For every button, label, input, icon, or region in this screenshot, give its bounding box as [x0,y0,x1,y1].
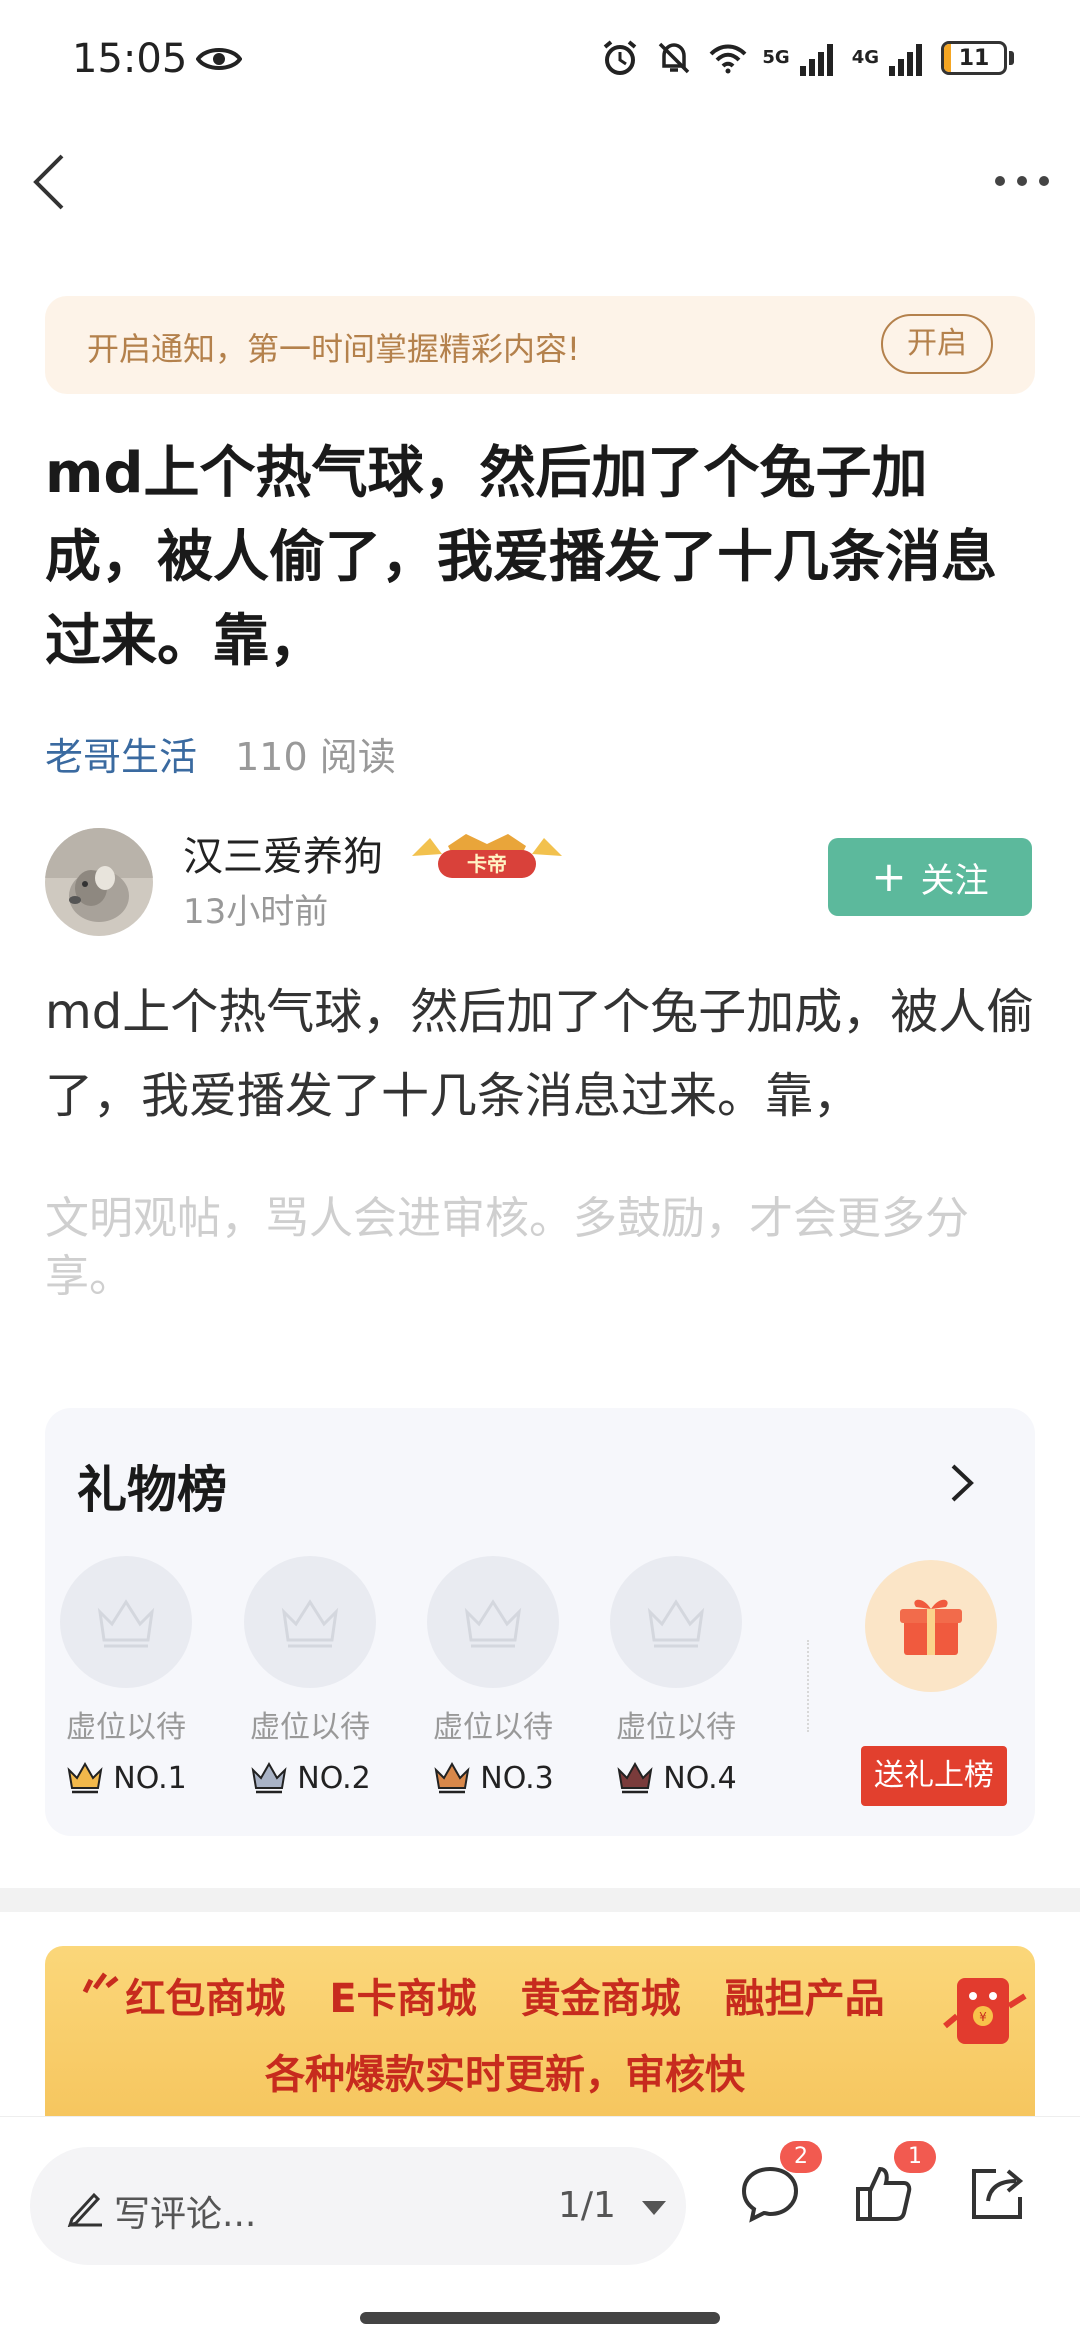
gift-ranking-card: 礼物榜 虚位以待 NO.1 虚位以待 NO.2 虚位以待 NO.3 虚位以待 NO.4 送礼上… [45,1408,1035,1836]
share-icon [972,2169,1024,2219]
back-chevron-icon[interactable] [26,150,70,214]
comment-button[interactable]: 2 [738,2141,822,2233]
banner-item: 融担产品 [724,1976,885,2022]
page-indicator[interactable]: 1/1 [558,2185,616,2226]
gift-slot[interactable]: 虚位以待 NO.1 [51,1556,201,1796]
notification-text: 开启通知，第一时间掌握精彩内容! [87,330,580,368]
crown-outline-icon [97,1599,155,1648]
crown-outline-icon [647,1599,705,1648]
rank-label: NO.2 [297,1760,371,1796]
rank-crown-icon [617,1761,653,1794]
svg-text:¥: ¥ [979,2010,987,2024]
mute-icon [659,42,690,74]
rank-label: NO.1 [113,1760,187,1796]
rank-label: NO.4 [663,1760,737,1796]
slot-label: 虚位以待 [433,1710,553,1745]
crown-outline-icon [281,1599,339,1648]
empty-slot-avatar [244,1556,376,1688]
banner-items: 红包商城 E卡商城 黄金商城 融担产品 [45,1966,965,2024]
follow-button[interactable]: + 关注 [828,838,1032,916]
like-button[interactable]: 1 [852,2141,936,2233]
rank-crown-icon [251,1761,287,1794]
notification-prompt: 开启通知，第一时间掌握精彩内容! 开启 [45,296,1035,394]
net-4g-label: 4G [851,47,879,68]
caret-down-icon[interactable] [640,2199,668,2217]
battery-icon: 11 [941,41,1014,75]
signal-icon [889,44,922,76]
plus-icon: + [871,852,907,901]
battery-level: 11 [958,45,990,71]
rank-crown-icon [67,1761,103,1794]
chevron-right-icon[interactable] [947,1460,977,1506]
empty-slot-avatar [427,1556,559,1688]
gift-slot[interactable]: 虚位以待 NO.4 [601,1556,751,1796]
net-5g-label: 5G [762,47,790,68]
comment-placeholder: 写评论... [114,2194,257,2235]
slot-rank: NO.2 [235,1760,385,1796]
banner-subtitle: 各种爆款实时更新，审核快 [265,2052,745,2098]
author-avatar[interactable] [45,828,153,936]
gift-slot[interactable]: 虚位以待 NO.2 [235,1556,385,1796]
status-time: 15:05 [72,36,188,82]
post-title: md上个热气球，然后加了个兔子加成，被人偷了，我爱播发了十几条消息过来。靠， [45,441,997,674]
slot-label: 虚位以待 [66,1710,186,1745]
gift-box-icon[interactable] [865,1560,997,1692]
pen-icon [67,2192,102,2227]
comment-count-badge: 2 [780,2141,822,2173]
badge-text: 卡帝 [467,852,507,876]
nav-bar [0,130,1080,230]
gift-divider [807,1640,809,1732]
gift-slot[interactable]: 虚位以待 NO.3 [418,1556,568,1796]
author-name[interactable]: 汉三爱养狗 [183,824,383,882]
empty-slot-avatar [610,1556,742,1688]
crown-outline-icon [464,1599,522,1648]
banner-item: 黄金商城 [520,1976,681,2022]
more-dots-icon[interactable] [992,166,1052,196]
civility-hint: 文明观帖，骂人会进审核。多鼓励，才会更多分享。 [45,1193,969,1302]
status-bar: 15:05 5G 4G 11 [0,0,1080,120]
alarm-icon [604,40,637,75]
comment-input[interactable]: 写评论... 1/1 [30,2147,686,2265]
battery-fill [944,44,951,72]
post-body: md上个热气球，然后加了个兔子加成，被人偷了，我爱播发了十几条消息过来。靠， [45,984,1035,1124]
home-indicator[interactable] [360,2312,720,2324]
banner-item: E卡商城 [329,1976,477,2022]
read-count: 110 阅读 [235,735,396,779]
bottom-action-bar: 写评论... 1/1 2 1 [0,2116,1080,2340]
banner-item: 红包商城 [125,1976,286,2022]
follow-label: 关注 [920,860,989,901]
slot-label: 虚位以待 [250,1710,370,1745]
crown-badge-icon: 卡帝 [412,834,562,878]
empty-slot-avatar [60,1556,192,1688]
slot-rank: NO.3 [418,1760,568,1796]
share-button[interactable] [966,2161,1038,2233]
post-time: 13小时前 [183,892,329,932]
gift-ranking-title: 礼物榜 [77,1461,227,1519]
eye-icon [196,48,242,70]
wifi-icon [709,44,747,74]
send-gift-button[interactable]: 送礼上榜 [861,1746,1007,1806]
promo-banner[interactable]: 红包商城 E卡商城 黄金商城 融担产品 各种爆款实时更新，审核快 ¥ [45,1946,1035,2116]
like-count-badge: 1 [894,2141,936,2173]
signal-icon [799,44,833,76]
enable-notification-button[interactable]: 开启 [881,314,993,374]
rank-label: NO.3 [480,1760,554,1796]
section-divider [0,1888,1080,1912]
slot-label: 虚位以待 [616,1710,736,1745]
category-link[interactable]: 老哥生活 [45,735,197,779]
rank-crown-icon [434,1761,470,1794]
status-icons: 5G 4G 11 [600,36,1014,80]
slot-rank: NO.1 [51,1760,201,1796]
slot-rank: NO.4 [601,1760,751,1796]
post-meta: 老哥生活 110 阅读 [45,726,396,781]
red-envelope-mascot-icon: ¥ [943,1978,1027,2044]
